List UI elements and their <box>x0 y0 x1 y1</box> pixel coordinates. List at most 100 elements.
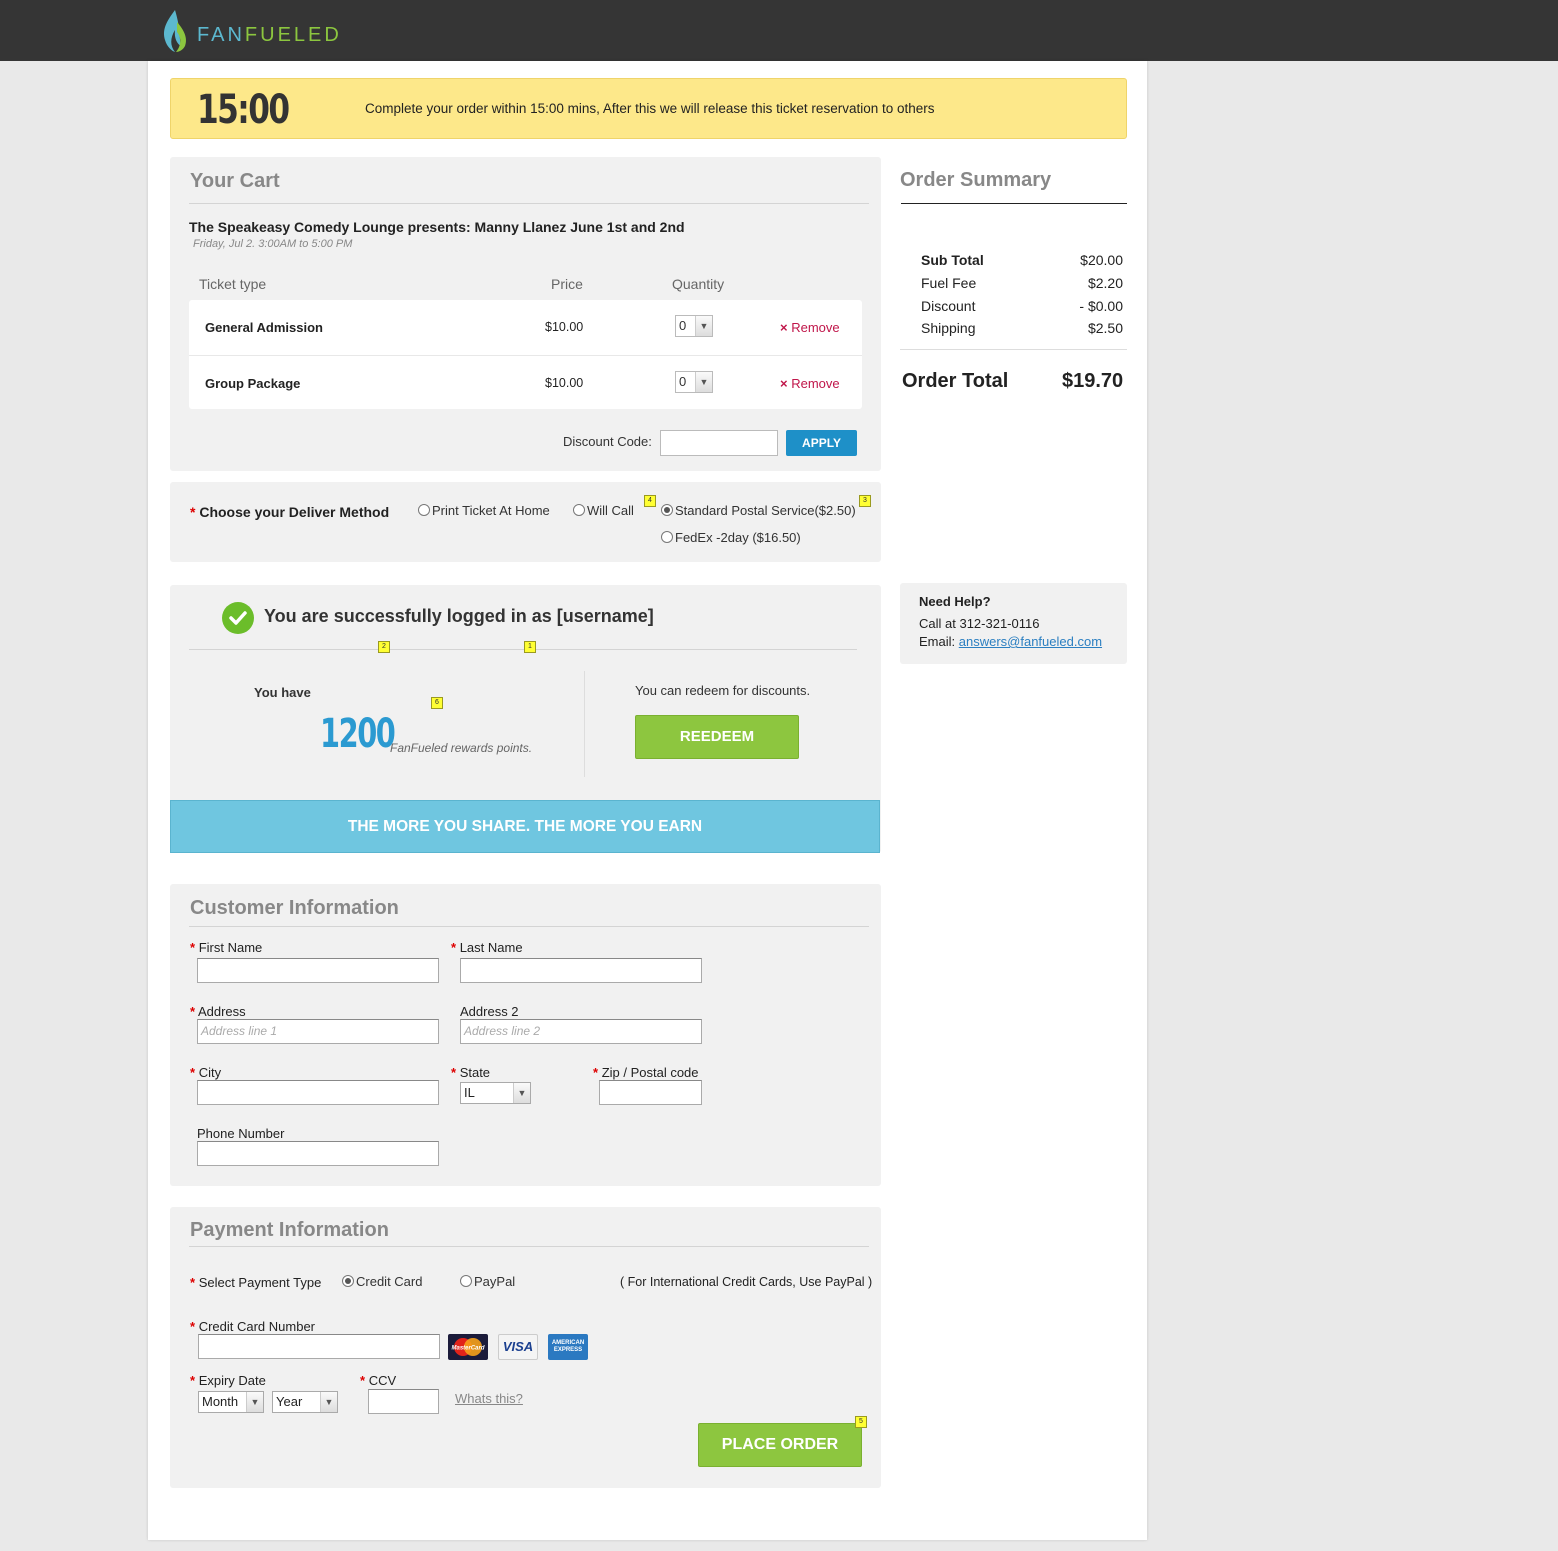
countdown-message: Complete your order within 15:00 mins, A… <box>365 101 935 116</box>
reward-points: 1200 <box>320 711 396 757</box>
help-title: Need Help? <box>919 594 991 609</box>
help-email-link[interactable]: answers@fanfueled.com <box>959 634 1102 649</box>
col-price: Price <box>551 276 583 292</box>
mastercard-icon: MasterCard <box>448 1334 488 1360</box>
summary-divider <box>901 203 1127 204</box>
quantity-select[interactable]: 0 ▼ <box>675 371 713 393</box>
svg-text:MasterCard: MasterCard <box>451 1346 484 1352</box>
discount-code-label: Discount Code: <box>563 434 652 449</box>
payment-info-title: Payment Information <box>190 1219 389 1241</box>
event-title: The Speakeasy Comedy Lounge presents: Ma… <box>189 219 685 235</box>
customer-divider <box>189 926 869 927</box>
fanfueled-logo[interactable]: FANFUELED <box>160 8 380 54</box>
payment-credit-card[interactable]: Credit Card <box>342 1274 422 1289</box>
annotation-note-2: 2 <box>378 641 390 653</box>
expiry-date-label: * Expiry Date <box>190 1373 266 1388</box>
top-bar: FANFUELED <box>0 0 1558 61</box>
ticket-price: $10.00 <box>545 376 584 390</box>
table-row: General Admission $10.00 0 ▼ × Remove <box>189 300 862 354</box>
payment-type-label: * Select Payment Type <box>190 1275 322 1290</box>
ticket-name: General Admission <box>205 320 323 335</box>
annotation-note-4: 4 <box>644 495 656 507</box>
zip-label: * Zip / Postal code <box>593 1065 699 1080</box>
expiry-month-select[interactable]: Month ▼ <box>198 1391 264 1413</box>
last-name-label: * Last Name <box>451 940 523 955</box>
remove-link[interactable]: × Remove <box>780 320 840 335</box>
address2-field[interactable]: Address line 2 <box>460 1019 702 1044</box>
close-icon: × <box>780 376 788 391</box>
help-box: Need Help? Call at 312-321-0116 Email: a… <box>900 583 1127 664</box>
ccv-field[interactable] <box>368 1389 439 1414</box>
col-quantity: Quantity <box>672 276 725 292</box>
order-total-label: Order Total <box>902 370 1009 392</box>
apply-button[interactable]: APPLY <box>786 430 857 456</box>
ticket-price: $10.00 <box>545 320 584 334</box>
card-number-field[interactable] <box>198 1334 440 1359</box>
ticket-name: Group Package <box>205 376 301 391</box>
chevron-down-icon: ▼ <box>513 1083 530 1103</box>
remove-link[interactable]: × Remove <box>780 376 840 391</box>
countdown-banner: 15:00 Complete your order within 15:00 m… <box>170 78 1127 139</box>
discount-code-input[interactable] <box>660 430 778 456</box>
rewards-panel: You are successfully logged in as [usern… <box>170 585 881 853</box>
delivery-panel: * Choose your Deliver Method Print Ticke… <box>170 482 881 562</box>
last-name-field[interactable] <box>460 958 702 983</box>
redeem-text: You can redeem for discounts. <box>635 683 811 698</box>
first-name-label: * First Name <box>190 940 263 955</box>
help-phone: Call at 312-321-0116 <box>919 616 1040 631</box>
ccv-label: * CCV <box>360 1373 397 1388</box>
chevron-down-icon: ▼ <box>246 1392 263 1412</box>
payment-paypal[interactable]: PayPal <box>460 1274 515 1289</box>
delivery-standard-postal[interactable]: Standard Postal Service($2.50) <box>661 503 856 518</box>
annotation-note-5: 5 <box>855 1416 867 1428</box>
share-banner[interactable]: THE MORE YOU SHARE. THE MORE YOU EARN <box>170 800 880 853</box>
place-order-button[interactable]: PLACE ORDER <box>698 1423 862 1467</box>
address-field[interactable]: Address line 1 <box>197 1019 439 1044</box>
visa-icon: VISA <box>498 1334 538 1360</box>
amex-icon: AMERICAN EXPRESS <box>548 1334 588 1360</box>
redeem-button[interactable]: REEDEEM <box>635 715 799 759</box>
expiry-year-select[interactable]: Year ▼ <box>272 1391 338 1413</box>
col-ticket-type: Ticket type <box>199 276 267 292</box>
delivery-fedex[interactable]: FedEx -2day ($16.50) <box>661 530 801 545</box>
chevron-down-icon: ▼ <box>695 316 712 336</box>
first-name-field[interactable] <box>197 958 439 983</box>
card-number-label: * Credit Card Number <box>190 1319 316 1334</box>
check-icon <box>222 602 254 634</box>
cart-divider <box>189 203 869 204</box>
payment-divider <box>189 1246 869 1247</box>
table-row: Group Package $10.00 0 ▼ × Remove <box>189 355 862 409</box>
summary-row: Sub Total $20.00 <box>921 252 1123 268</box>
chevron-down-icon: ▼ <box>320 1392 337 1412</box>
delivery-method-label: * Choose your Deliver Method <box>190 504 390 520</box>
order-total-value: $19.70 <box>1062 370 1124 392</box>
annotation-note-3: 3 <box>859 495 871 507</box>
address-label: * Address <box>190 1004 246 1019</box>
delivery-print-at-home[interactable]: Print Ticket At Home <box>418 503 550 518</box>
rewards-divider <box>189 649 857 650</box>
order-summary-title: Order Summary <box>900 169 1052 191</box>
state-label: * State <box>451 1065 491 1080</box>
login-status: You are successfully logged in as [usern… <box>264 606 654 626</box>
radio-icon <box>573 504 585 516</box>
cart-panel: Your Cart The Speakeasy Comedy Lounge pr… <box>170 157 881 471</box>
radio-icon <box>460 1275 472 1287</box>
whats-this-link[interactable]: Whats this? <box>455 1391 523 1406</box>
countdown-timer: 15:00 <box>197 87 290 133</box>
city-label: * City <box>190 1065 222 1080</box>
summary-row: Shipping $2.50 <box>921 320 1123 336</box>
zip-field[interactable] <box>599 1080 702 1105</box>
radio-icon <box>418 504 430 516</box>
payment-info-panel: Payment Information * Select Payment Typ… <box>170 1207 881 1488</box>
reward-points-label: FanFueled rewards points. <box>390 741 533 755</box>
event-date: Friday, Jul 2. 3:00AM to 5:00 PM <box>193 238 353 250</box>
customer-info-title: Customer Information <box>190 897 399 919</box>
quantity-select[interactable]: 0 ▼ <box>675 315 713 337</box>
delivery-will-call[interactable]: Will Call <box>573 503 634 518</box>
checkout-page: 15:00 Complete your order within 15:00 m… <box>148 61 1147 1540</box>
state-select[interactable]: IL ▼ <box>460 1082 531 1104</box>
annotation-note-1: 1 <box>524 641 536 653</box>
city-field[interactable] <box>197 1080 439 1105</box>
radio-icon <box>661 531 673 543</box>
phone-field[interactable] <box>197 1141 439 1166</box>
